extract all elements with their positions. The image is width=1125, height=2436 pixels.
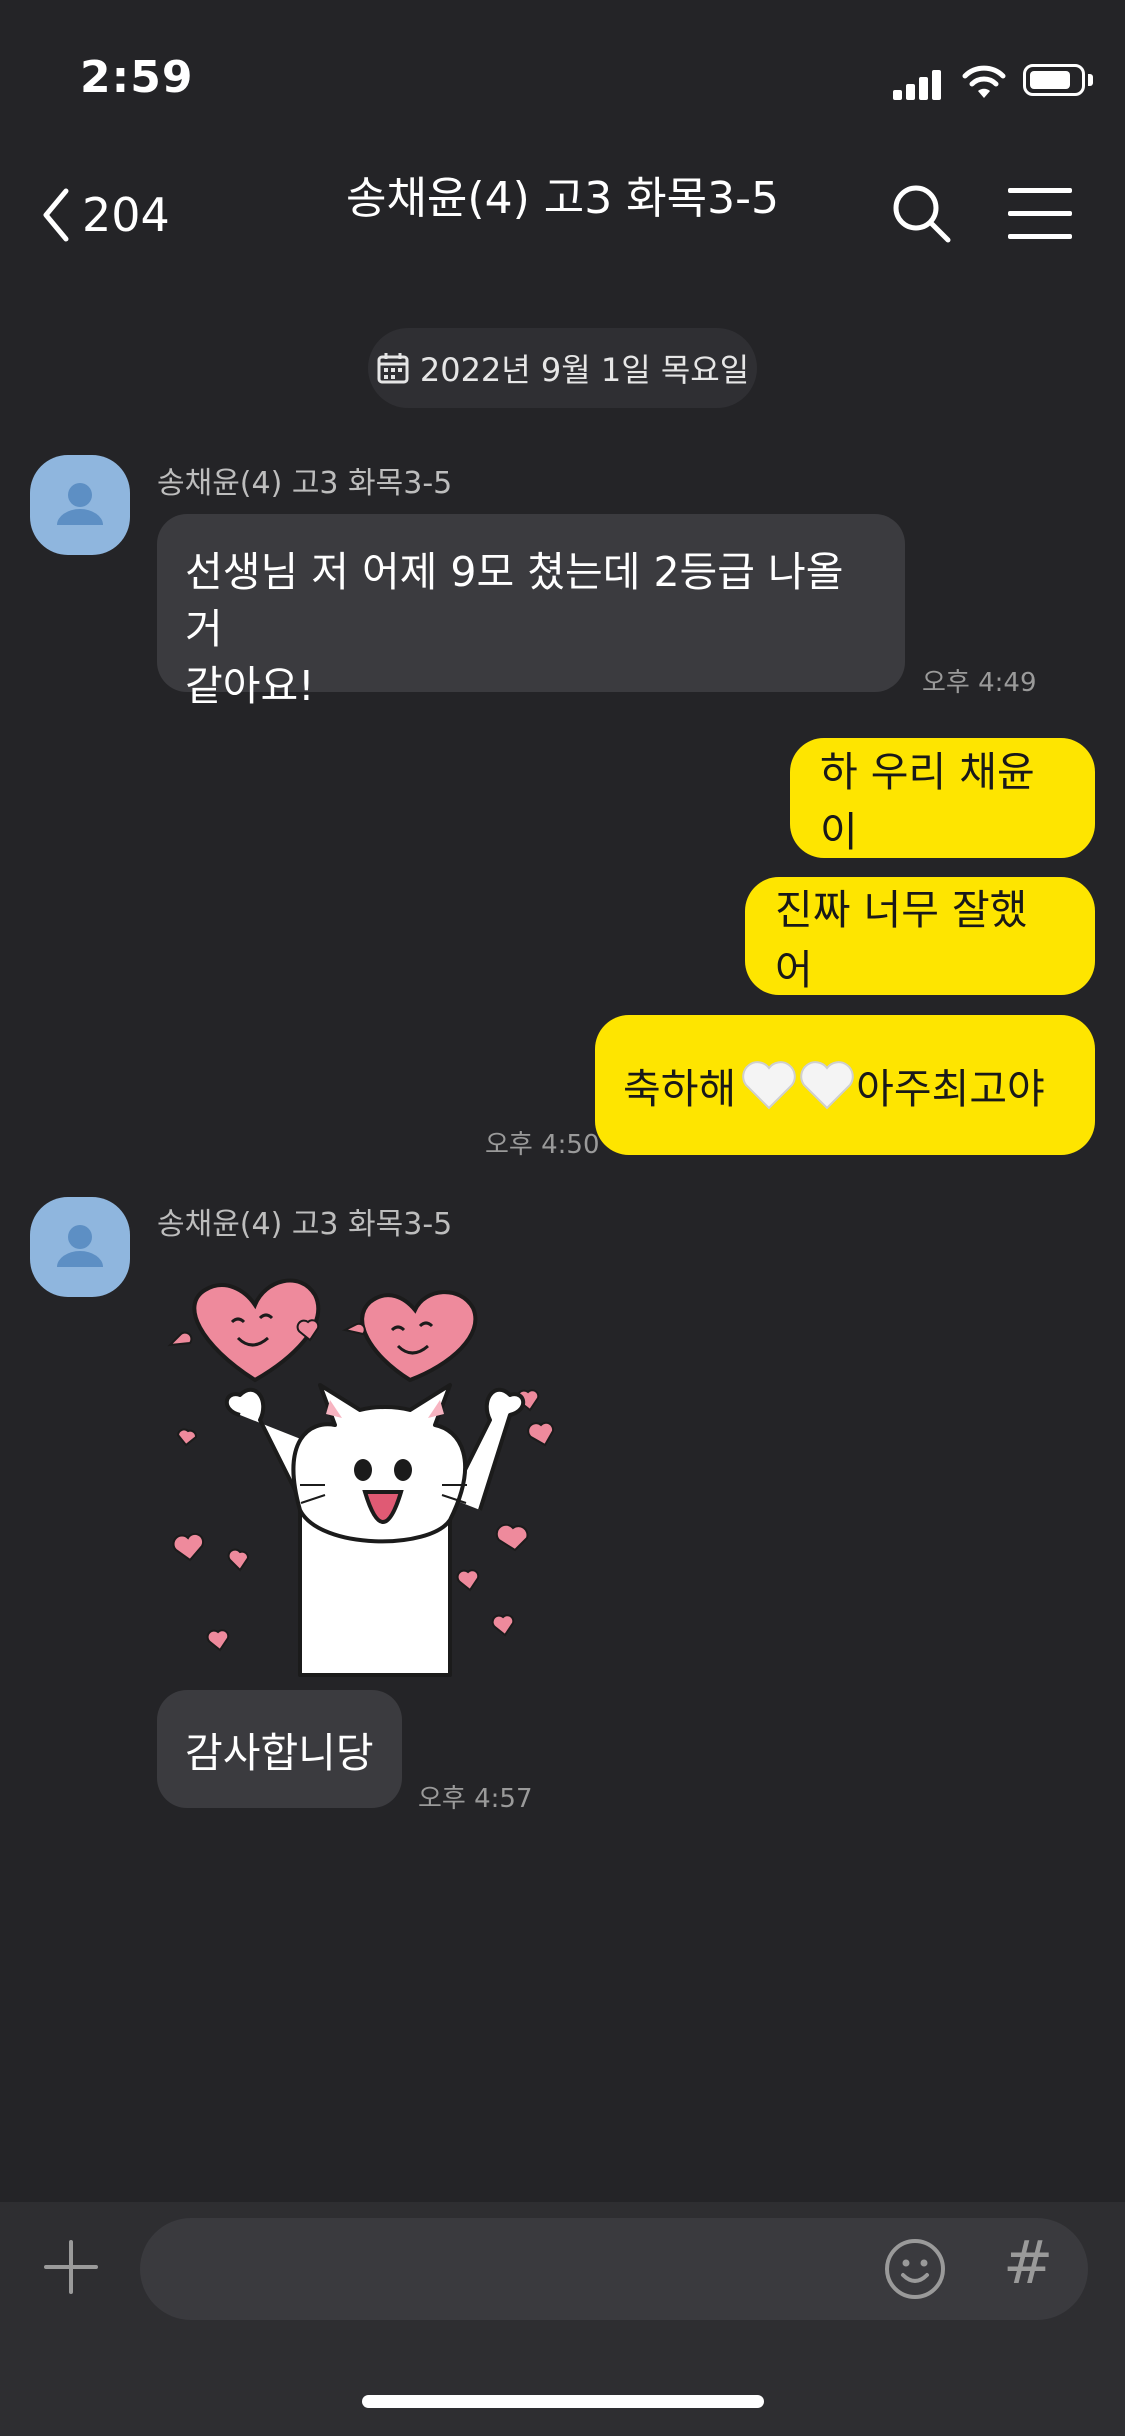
avatar-person-icon	[57, 483, 103, 525]
cat-hearts-sticker[interactable]	[160, 1260, 580, 1680]
home-indicator[interactable]	[362, 2395, 764, 2408]
date-divider: 2022년 9월 1일 목요일	[368, 328, 757, 408]
menu-icon[interactable]	[1008, 188, 1072, 240]
my-message-bubble[interactable]: 하 우리 채윤이	[790, 738, 1095, 858]
chat-title: 송채윤(4) 고3 화목3-5	[345, 173, 780, 224]
message-bubble[interactable]: 감사합니당	[157, 1690, 402, 1808]
message-time: 오후 4:49	[922, 668, 1037, 698]
message-text: 축하해	[623, 1065, 737, 1113]
plus-icon[interactable]	[42, 2238, 100, 2296]
emoji-icon[interactable]	[883, 2237, 947, 2301]
message-bubble[interactable]: 선생님 저 어제 9모 쳤는데 2등급 나올 거 같아요!	[157, 514, 905, 710]
back-chevron-icon	[43, 188, 69, 242]
battery-icon	[1023, 64, 1085, 96]
back-button[interactable]: 204	[40, 180, 170, 250]
message-time: 오후 4:50	[485, 1130, 600, 1160]
my-message-bubble[interactable]: 진짜 너무 잘했어	[745, 877, 1095, 995]
message-text: 하 우리 채윤이	[820, 748, 1035, 856]
cellular-signal-icon	[893, 70, 943, 100]
white-heart-icon	[742, 1061, 796, 1110]
message-time: 오후 4:57	[418, 1784, 533, 1814]
message-text-line: 선생님 저 어제 9모 쳤는데 2등급 나올 거	[185, 548, 844, 653]
message-text-line: 같아요!	[185, 662, 315, 710]
message-text: 아주최고야	[856, 1065, 1045, 1113]
calendar-icon	[377, 353, 409, 384]
status-time: 2:59	[80, 52, 194, 103]
my-message-bubble[interactable]: 축하해 아주최고야	[595, 1015, 1095, 1155]
message-text: 감사합니당	[185, 1729, 374, 1777]
search-icon[interactable]	[890, 180, 952, 250]
date-label: 2022년 9월 1일 목요일	[419, 351, 750, 389]
unread-chat-count: 204	[82, 188, 170, 242]
white-heart-icon	[800, 1061, 854, 1110]
avatar[interactable]	[30, 455, 130, 555]
message-text: 진짜 너무 잘했어	[775, 886, 1028, 994]
wifi-icon	[962, 65, 1006, 98]
hashtag-button[interactable]: #	[1003, 2228, 1055, 2300]
sender-name: 송채윤(4) 고3 화목3-5	[157, 466, 453, 501]
avatar[interactable]	[30, 1197, 130, 1297]
avatar-person-icon	[57, 1225, 103, 1267]
battery-cap	[1088, 74, 1093, 86]
sender-name: 송채윤(4) 고3 화목3-5	[157, 1207, 453, 1242]
